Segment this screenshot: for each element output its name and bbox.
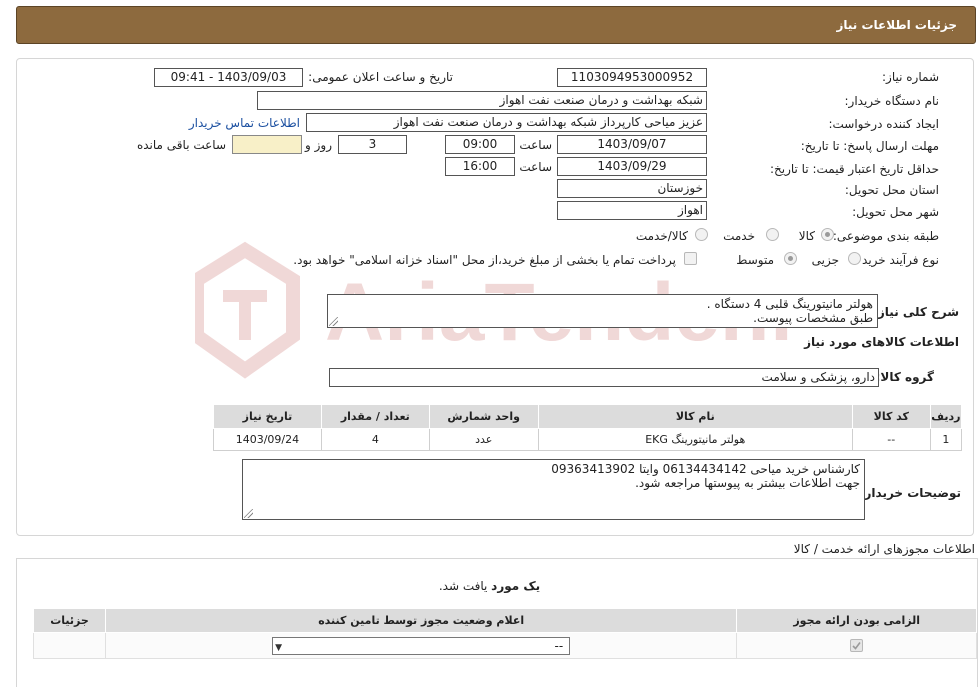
city-field: اهواز [557,201,707,220]
goods-group-field: دارو، پزشکی و سلامت [329,368,879,387]
category-label: طبقه بندی موضوعی: [832,229,939,243]
license-status-cell: -- ▼ [104,632,738,659]
reply-time-field: 09:00 [445,135,515,154]
licenses-found-count: یک مورد [491,579,541,593]
treasury-payment-checkbox[interactable] [684,252,697,265]
license-details-cell [33,632,106,659]
category-option-goods-service: کالا/خدمت [635,229,688,243]
creator-field: عزیز میاحی کارپرداز شبکه بهداشت و درمان … [306,113,707,132]
process-type-label: نوع فرآیند خرید : [854,253,939,267]
days-remaining-field: 3 [338,135,407,154]
licenses-found-text: یک مورد یافت شد. [0,579,979,593]
days-label: روز و [305,138,332,152]
announce-date-field: 1403/09/03 - 09:41 [154,68,303,87]
announce-label: تاریخ و ساعت اعلان عمومی: [308,70,453,84]
col-date: تاریخ نیاز [213,404,322,429]
col-row: ردیف [929,404,963,429]
process-radio-minor[interactable] [848,252,861,265]
col-name: نام کالا [537,404,853,429]
buyer-notes-line-1: کارشناس خرید میاحی 06134434142 وایتا 093… [551,462,860,476]
category-radio-goods[interactable] [821,228,834,241]
buyer-notes-line-2: جهت اطلاعات بیشتر به پیوستها مراجعه شود. [635,476,860,490]
goods-section-title: اطلاعات کالاهای مورد نیاز [804,335,959,349]
resize-grip-icon[interactable] [244,509,253,518]
hours-remaining-field [232,135,302,154]
col-unit: واحد شمارش [428,404,539,429]
licenses-table-header: الزامی بودن ارائه مجوز اعلام وضعیت مجوز … [33,608,977,633]
checkmark-icon [852,642,861,650]
category-radio-service[interactable] [766,228,779,241]
col-qty: تعداد / مقدار [320,404,430,429]
buyer-notes-label: توضیحات خریدار: [859,486,961,500]
license-status-select[interactable]: -- ▼ [272,636,571,655]
description-line-1: هولتر مانیتورینگ قلبی 4 دستگاه . [706,297,873,311]
page-title: جزئیات اطلاعات نیاز [836,18,957,32]
description-textarea[interactable]: هولتر مانیتورینگ قلبی 4 دستگاه . طبق مشخ… [327,294,878,328]
col-license-required: الزامی بودن ارائه مجوز [736,608,977,633]
licenses-table: الزامی بودن ارائه مجوز اعلام وضعیت مجوز … [33,608,977,659]
buyer-org-label: نام دستگاه خریدار: [844,94,940,108]
table-row: -- ▼ [33,632,977,659]
goods-table: ردیف کد کالا نام کالا واحد شمارش تعداد /… [213,404,963,451]
col-code: کد کالا [851,404,931,429]
chevron-down-icon: ▼ [275,642,283,653]
cell-name: هولتر مانیتورینگ EKG [537,428,853,451]
treasury-payment-note: پرداخت تمام یا بخشی از مبلغ خرید،از محل … [293,253,676,267]
process-option-medium: متوسط [736,253,774,267]
col-license-status: اعلام وضعیت مجوز توسط تامین کننده [104,608,738,633]
price-validity-date-field: 1403/09/29 [557,157,707,176]
price-time-label: ساعت [519,160,552,174]
price-validity-time-field: 16:00 [445,157,515,176]
reply-date-field: 1403/09/07 [557,135,707,154]
description-line-2: طبق مشخصات پیوست. [753,311,873,325]
goods-table-header: ردیف کد کالا نام کالا واحد شمارش تعداد /… [213,404,963,429]
process-option-minor: جزیی [811,253,839,267]
cell-row: 1 [929,428,963,451]
col-license-details: جزئیات [33,608,106,633]
licenses-title: اطلاعات مجوزهای ارائه خدمت / کالا [793,542,975,556]
category-radio-goods-service[interactable] [695,228,708,241]
description-label: شرح کلی نیاز: [873,305,959,319]
category-option-service: خدمت [723,229,755,243]
resize-grip-icon[interactable] [329,317,338,326]
price-validity-label: حداقل تاریخ اعتبار قیمت: تا تاریخ: [769,162,939,176]
process-radio-medium[interactable] [784,252,797,265]
reply-time-label: ساعت [519,138,552,152]
cell-qty: 4 [320,428,430,451]
cell-code: -- [851,428,931,451]
province-label: استان محل تحویل: [844,183,939,197]
creator-label: ایجاد کننده درخواست: [828,117,939,131]
licenses-found-suffix: یافت شد. [438,579,492,593]
cell-date: 1403/09/24 [213,428,322,451]
goods-group-label: گروه کالا: [875,370,934,384]
table-row: 1 -- هولتر مانیتورینگ EKG عدد 4 1403/09/… [213,428,963,451]
province-field: خوزستان [557,179,707,198]
city-label: شهر محل تحویل: [852,205,939,219]
buyer-org-field: شبکه بهداشت و درمان صنعت نفت اهواز [257,91,707,110]
license-required-checkbox[interactable] [850,639,864,653]
license-required-cell [736,632,977,659]
reply-deadline-label: مهلت ارسال پاسخ: تا تاریخ: [800,139,939,153]
hours-remaining-label: ساعت باقی مانده [136,138,226,152]
need-number-field: 1103094953000952 [557,68,707,87]
cell-unit: عدد [428,428,539,451]
license-status-value: -- [554,638,564,653]
contact-buyer-link[interactable]: اطلاعات تماس خریدار [189,116,300,130]
category-option-goods: کالا [798,229,815,243]
page-header: جزئیات اطلاعات نیاز [16,6,976,44]
need-number-label: شماره نیاز: [882,70,939,84]
buyer-notes-textarea[interactable]: کارشناس خرید میاحی 06134434142 وایتا 093… [242,459,865,520]
